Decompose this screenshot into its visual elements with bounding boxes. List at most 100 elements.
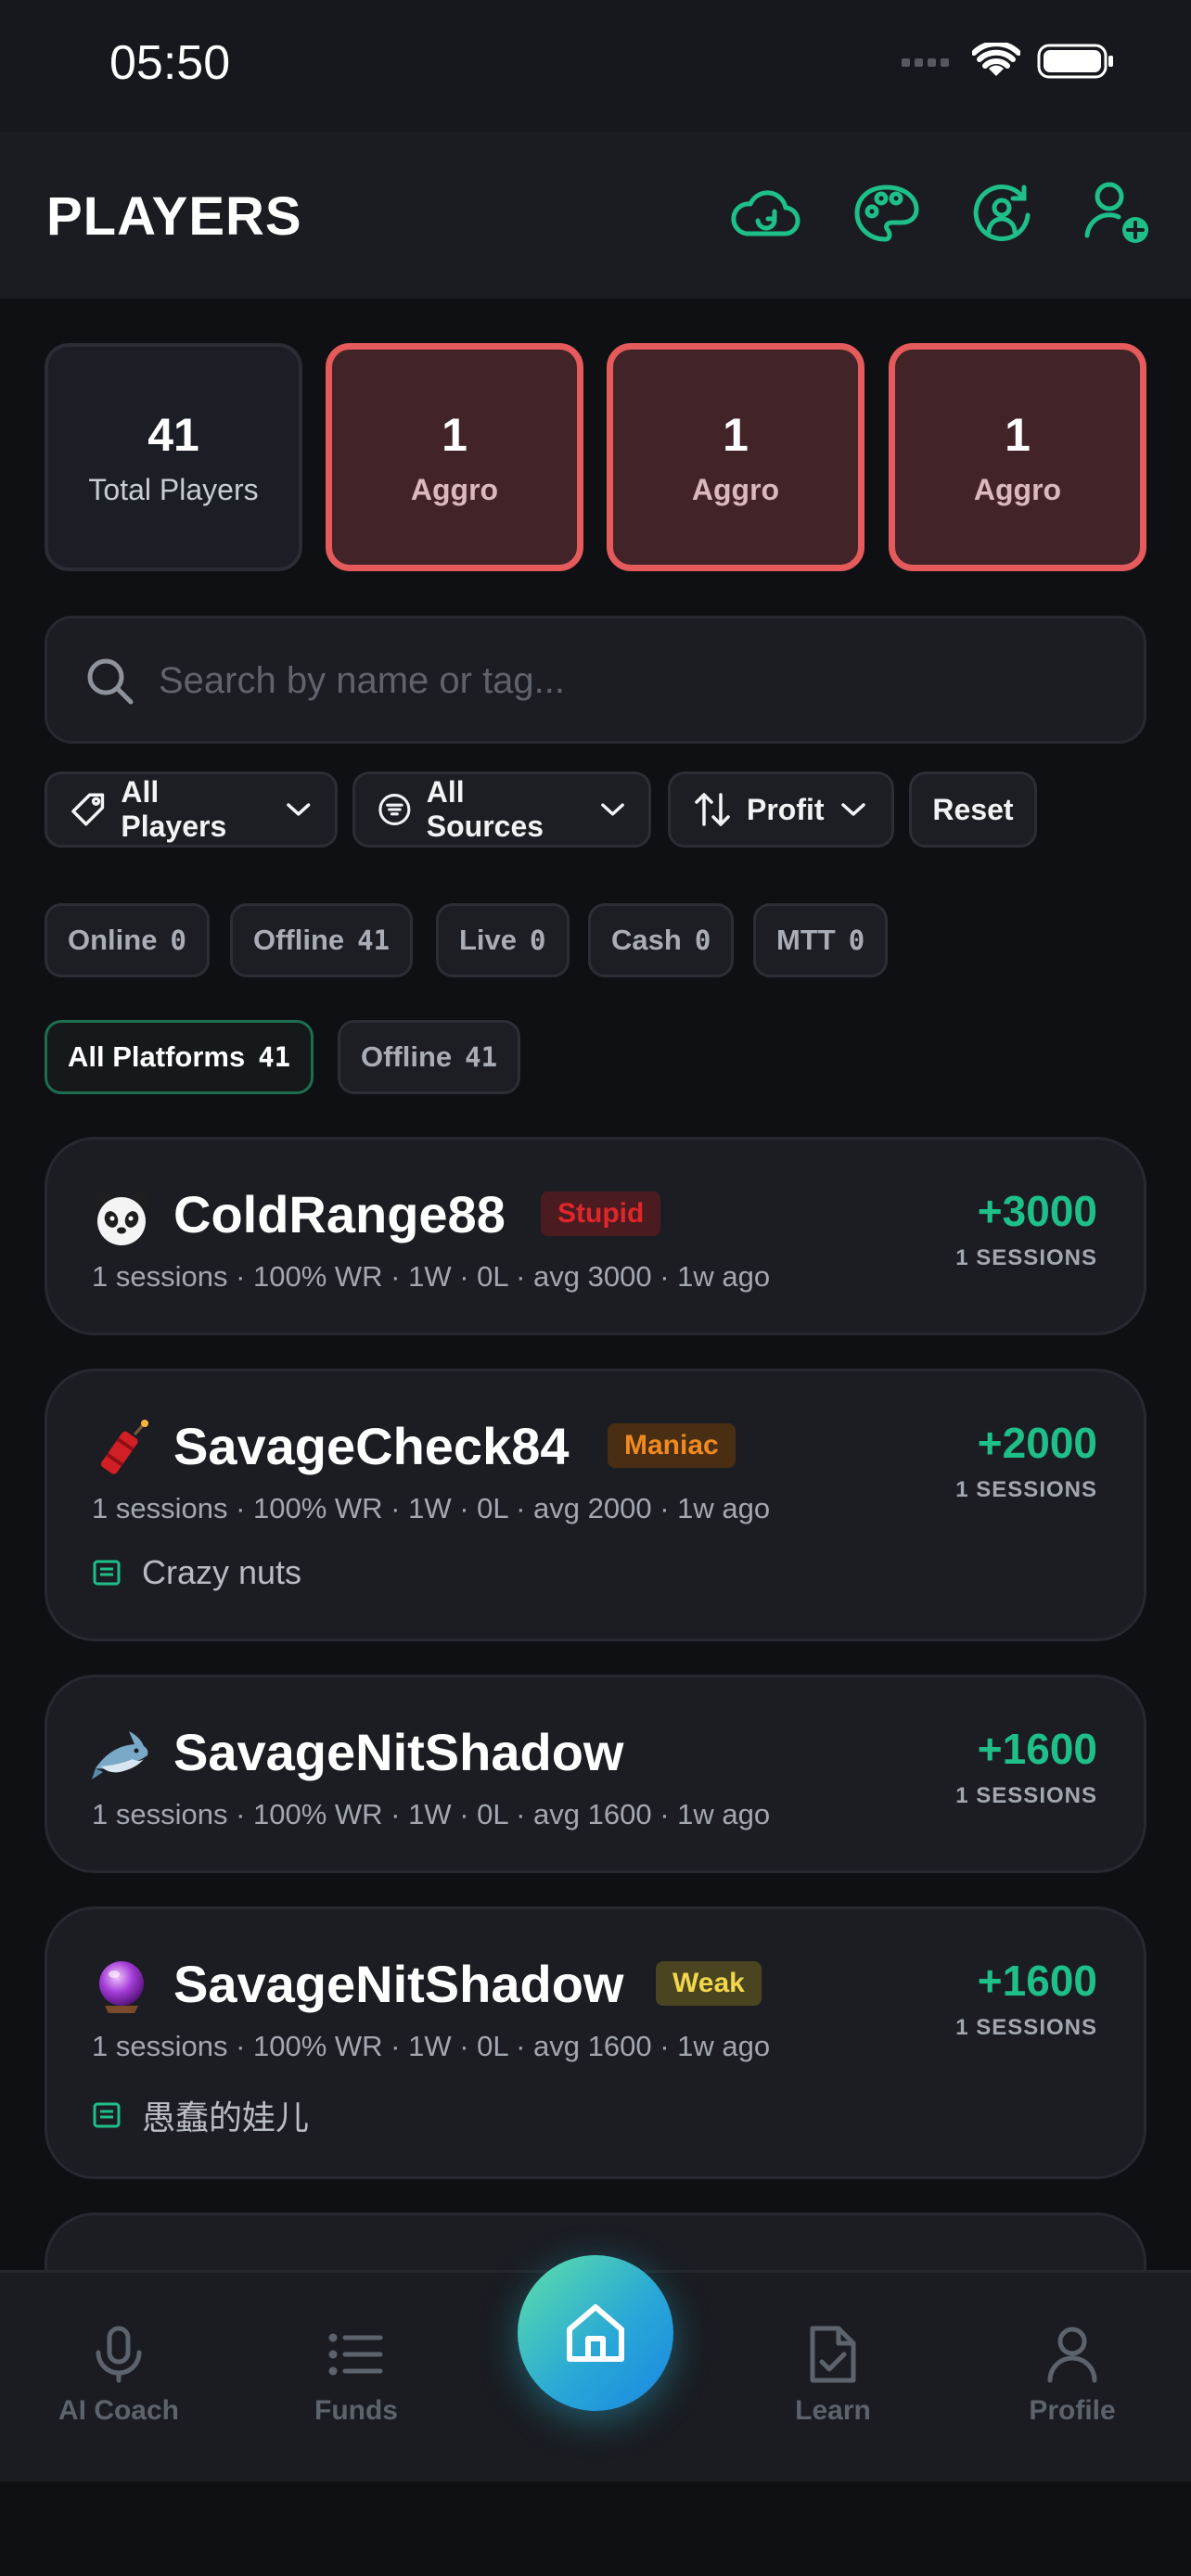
home-indicator-area [0,2481,1191,2576]
player-meta: 1 sessions · 100% WR · 1W · 0L · avg 160… [92,1798,771,1830]
add-user-icon [1084,182,1148,243]
chevron-down-icon [840,803,865,816]
status-bar: 05:50 [0,0,1191,132]
stat-label: Aggro [410,472,499,506]
chip-online[interactable]: Online 0 [45,903,210,977]
document-check-icon [810,2326,856,2383]
wifi-icon [972,43,1020,76]
chip-label: Live [459,924,518,956]
player-sessions: 1 SESSIONS [955,1245,1097,1270]
search-icon [87,658,134,705]
tab-label: AI Coach [58,2395,180,2426]
chip-label: Online [68,924,158,956]
sort-dropdown[interactable]: Profit [668,772,894,848]
tag-icon [71,793,105,826]
stat-value: 1 [723,408,749,461]
home-button[interactable] [518,2255,673,2411]
chip-count: 0 [848,925,865,956]
chip-count: 0 [530,925,546,956]
stat-value: 1 [442,408,467,461]
search-input[interactable] [159,646,1086,715]
chip-label: Offline [253,924,345,956]
search-bar [45,616,1146,744]
chip-platform-offline[interactable]: Offline 41 [338,1020,521,1094]
tab-profile[interactable]: Profile [980,2325,1165,2427]
player-name: SavageNitShadow [173,1723,624,1781]
player-sessions: 1 SESSIONS [955,2015,1097,2040]
tab-ai-coach[interactable]: AI Coach [26,2325,211,2427]
player-meta: 1 sessions · 100% WR · 1W · 0L · avg 160… [92,2030,771,2062]
player-name: SavageNitShadow [173,1955,624,2013]
player-tag-badge: Maniac [608,1423,736,1468]
chip-live[interactable]: Live 0 [436,903,570,977]
chip-all-platforms[interactable]: All Platforms 41 [45,1020,314,1094]
microphone-icon [96,2326,142,2383]
chip-offline[interactable]: Offline 41 [230,903,414,977]
tab-label: Profile [1029,2395,1116,2426]
add-player-button[interactable] [1080,176,1154,250]
player-note-text: Crazy nuts [142,1553,302,1591]
sources-filter-dropdown[interactable]: All Sources [352,772,651,848]
chip-count: 41 [258,1041,291,1073]
player-card[interactable]: ColdRange88 Stupid 1 sessions · 100% WR … [45,1137,1146,1335]
player-profit: +2000 [977,1419,1097,1467]
reset-button[interactable]: Reset [909,772,1037,848]
chip-label: MTT [776,924,836,956]
sort-label: Profit [747,792,825,826]
chip-label: Offline [361,1040,453,1073]
filter-lines-icon [378,793,411,826]
crystal-ball-icon [99,1961,144,2013]
chevron-down-icon [601,803,624,816]
user-refresh-icon [973,184,1031,241]
player-card[interactable]: SavageCheck84 Maniac 1 sessions · 100% W… [45,1369,1146,1641]
chip-count: 41 [357,925,391,956]
note-icon [93,1560,121,1586]
cloud-sync-icon [731,190,800,236]
stat-label: Aggro [691,472,780,506]
refresh-players-button[interactable] [965,176,1039,250]
signal-icon [902,58,949,67]
profile-icon [1047,2327,1097,2383]
stat-aggro[interactable]: 1 Aggro [326,343,583,571]
player-profit: +1600 [977,1725,1097,1773]
tab-label: Learn [795,2395,871,2426]
player-name: ColdRange88 [173,1185,506,1243]
stat-aggro[interactable]: 1 Aggro [607,343,864,571]
sources-filter-label: All Sources [426,775,544,843]
chevron-down-icon [287,803,311,816]
stat-total-players[interactable]: 41 Total Players [45,343,302,571]
battery-icon [1037,44,1113,79]
theme-palette-button[interactable] [850,176,924,250]
player-sessions: 1 SESSIONS [955,1477,1097,1502]
page-title: PLAYERS [46,186,302,247]
cloud-sync-button[interactable] [729,176,803,250]
player-name: SavageCheck84 [173,1417,570,1475]
chip-count: 0 [170,925,186,956]
players-filter-dropdown[interactable]: All Players [45,772,338,848]
player-card[interactable]: SavageNitShadow Weak 1 sessions · 100% W… [45,1906,1146,2179]
chip-label: All Platforms [68,1040,246,1073]
chip-label: Cash [611,924,682,956]
chip-count: 0 [694,925,711,956]
player-note-text: 愚蠢的娃儿 [142,2098,310,2136]
player-profit: +1600 [977,1957,1097,2005]
stat-aggro[interactable]: 1 Aggro [889,343,1146,571]
chip-count: 41 [465,1041,498,1073]
player-tag-badge: Stupid [541,1192,661,1236]
system-icons [900,43,1115,80]
tab-funds[interactable]: Funds [263,2325,449,2427]
player-note: Crazy nuts [92,1553,301,1592]
reset-label: Reset [932,792,1014,826]
chip-cash[interactable]: Cash 0 [588,903,735,977]
player-tag-badge: Weak [656,1961,762,2006]
stat-label: Aggro [973,472,1062,506]
tab-label: Funds [314,2395,398,2426]
tab-learn[interactable]: Learn [740,2325,926,2427]
stat-value: 1 [1005,408,1031,461]
player-card[interactable]: SavageNitShadow 1 sessions · 100% WR · 1… [45,1675,1146,1873]
player-sessions: 1 SESSIONS [955,1783,1097,1808]
sort-arrows-icon [695,793,730,826]
chip-mtt[interactable]: MTT 0 [753,903,889,977]
status-time: 05:50 [109,36,231,90]
firecracker-icon [100,1420,148,1474]
